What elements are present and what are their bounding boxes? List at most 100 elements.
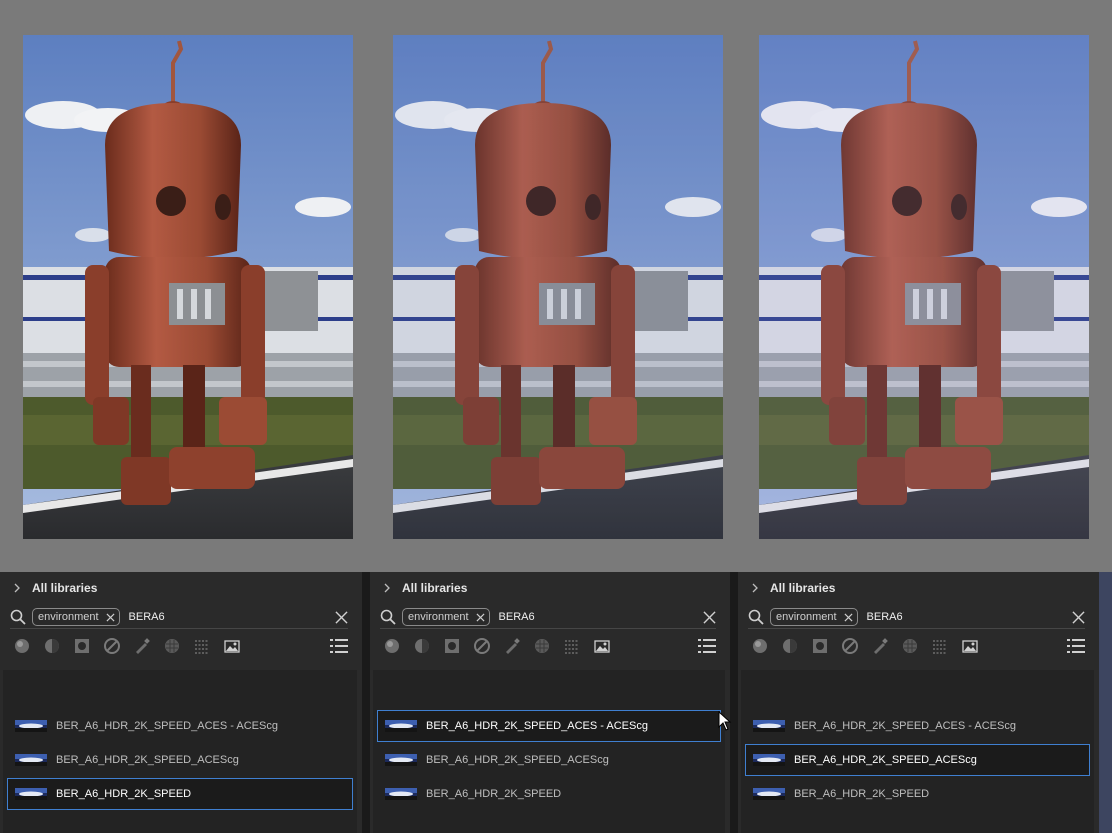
filter-chip-label: environment [776, 611, 837, 623]
list-item[interactable]: BER_A6_HDR_2K_SPEED [377, 778, 721, 810]
breadcrumb[interactable]: All libraries [382, 581, 467, 595]
material-sphere-icon [15, 639, 29, 653]
list-item-label: BER_A6_HDR_2K_SPEED_ACES - ACEScg [426, 720, 648, 732]
filter-texture-grid-button[interactable] [562, 636, 582, 656]
list-item[interactable]: BER_A6_HDR_2K_SPEED [7, 778, 353, 810]
list-item-label: BER_A6_HDR_2K_SPEED_ACES - ACEScg [56, 720, 278, 732]
material-sphere-icon [385, 639, 399, 653]
remove-chip-icon[interactable] [106, 612, 115, 622]
breadcrumb[interactable]: All libraries [750, 581, 835, 595]
search-bar[interactable]: environment BERA6 [748, 607, 1085, 627]
hdri-thumbnail [385, 788, 417, 800]
list-item-label: BER_A6_HDR_2K_SPEED_ACEScg [794, 754, 977, 766]
filter-brush-button[interactable] [502, 636, 522, 656]
mask-icon [813, 639, 827, 653]
clear-search-icon[interactable] [703, 610, 716, 624]
clear-search-icon[interactable] [1072, 610, 1085, 624]
breadcrumb-label[interactable]: All libraries [402, 581, 467, 595]
list-view-toggle-button[interactable] [1067, 638, 1085, 654]
mask-icon [75, 639, 89, 653]
robot-render-image [23, 35, 353, 539]
filter-chip-label: environment [38, 611, 99, 623]
chevron-right-icon[interactable] [382, 583, 392, 593]
filter-material-sphere-button[interactable] [12, 636, 32, 656]
filter-icon [474, 638, 490, 654]
brush-icon [506, 638, 520, 654]
asset-browser-panel-2: All libraries environment BERA6 BER_A6_H… [370, 572, 730, 833]
list-view-toggle-button[interactable] [330, 638, 348, 654]
viewport-render-2 [393, 35, 723, 539]
search-icon [748, 609, 764, 625]
panel-separator [362, 572, 370, 833]
remove-chip-icon[interactable] [476, 612, 485, 622]
asset-browser-panel-1: All libraries environment BERA6 BER_A6_H… [0, 572, 362, 833]
breadcrumb-label[interactable]: All libraries [32, 581, 97, 595]
filter-brush-button[interactable] [132, 636, 152, 656]
filter-alpha-button[interactable] [162, 636, 182, 656]
filter-filter-button[interactable] [840, 636, 860, 656]
filter-material-sphere-button[interactable] [382, 636, 402, 656]
hdri-thumbnail [385, 720, 417, 732]
remove-chip-icon[interactable] [844, 612, 853, 622]
material-sphere-icon [753, 639, 767, 653]
breadcrumb[interactable]: All libraries [12, 581, 97, 595]
filter-smart-material-button[interactable] [412, 636, 432, 656]
filter-filter-button[interactable] [102, 636, 122, 656]
texture-grid-icon [195, 640, 209, 654]
filter-chip-label: environment [408, 611, 469, 623]
filter-bar [750, 636, 1085, 656]
hdri-thumbnail [753, 788, 785, 800]
filter-smart-material-button[interactable] [780, 636, 800, 656]
filter-mask-button[interactable] [72, 636, 92, 656]
viewport-render-3 [759, 35, 1089, 539]
list-item-label: BER_A6_HDR_2K_SPEED [794, 788, 930, 800]
chevron-right-icon[interactable] [750, 583, 760, 593]
list-item[interactable]: BER_A6_HDR_2K_SPEED_ACES - ACEScg [7, 710, 353, 742]
filter-texture-grid-button[interactable] [192, 636, 212, 656]
search-input[interactable]: BERA6 [499, 611, 535, 623]
filter-environment-button[interactable] [960, 636, 980, 656]
search-bar[interactable]: environment BERA6 [380, 607, 716, 627]
filter-mask-button[interactable] [442, 636, 462, 656]
filter-texture-grid-button[interactable] [930, 636, 950, 656]
alpha-icon [903, 639, 917, 653]
breadcrumb-label[interactable]: All libraries [770, 581, 835, 595]
list-item-label: BER_A6_HDR_2K_SPEED_ACEScg [426, 754, 609, 766]
list-item[interactable]: BER_A6_HDR_2K_SPEED_ACEScg [377, 744, 721, 776]
list-item[interactable]: BER_A6_HDR_2K_SPEED [745, 778, 1090, 810]
environment-icon [224, 640, 240, 653]
filter-alpha-button[interactable] [900, 636, 920, 656]
list-view-icon [698, 639, 716, 653]
alpha-icon [165, 639, 179, 653]
search-input[interactable]: BERA6 [129, 611, 165, 623]
asset-list: BER_A6_HDR_2K_SPEED_ACES - ACEScg BER_A6… [3, 670, 357, 833]
list-item[interactable]: BER_A6_HDR_2K_SPEED_ACES - ACEScg [377, 710, 721, 742]
filter-alpha-button[interactable] [532, 636, 552, 656]
filter-chip: environment [770, 608, 858, 626]
filter-brush-button[interactable] [870, 636, 890, 656]
filter-material-sphere-button[interactable] [750, 636, 770, 656]
clear-search-icon[interactable] [335, 610, 348, 624]
filter-icon [842, 638, 858, 654]
mouse-cursor-icon [718, 710, 732, 731]
chevron-right-icon[interactable] [12, 583, 22, 593]
list-item[interactable]: BER_A6_HDR_2K_SPEED_ACEScg [745, 744, 1090, 776]
search-bar[interactable]: environment BERA6 [10, 607, 348, 627]
filter-mask-button[interactable] [810, 636, 830, 656]
viewport-render-1 [23, 35, 353, 539]
environment-icon [594, 640, 610, 653]
filter-filter-button[interactable] [472, 636, 492, 656]
search-underline [748, 628, 1085, 629]
alpha-icon [535, 639, 549, 653]
list-view-icon [1067, 639, 1085, 653]
hdri-thumbnail [15, 720, 47, 732]
filter-smart-material-button[interactable] [42, 636, 62, 656]
list-view-icon [330, 639, 348, 653]
list-item[interactable]: BER_A6_HDR_2K_SPEED_ACEScg [7, 744, 353, 776]
filter-environment-button[interactable] [592, 636, 612, 656]
list-view-toggle-button[interactable] [698, 638, 716, 654]
list-item[interactable]: BER_A6_HDR_2K_SPEED_ACES - ACEScg [745, 710, 1090, 742]
filter-environment-button[interactable] [222, 636, 242, 656]
search-input[interactable]: BERA6 [867, 611, 903, 623]
hdri-thumbnail [15, 754, 47, 766]
